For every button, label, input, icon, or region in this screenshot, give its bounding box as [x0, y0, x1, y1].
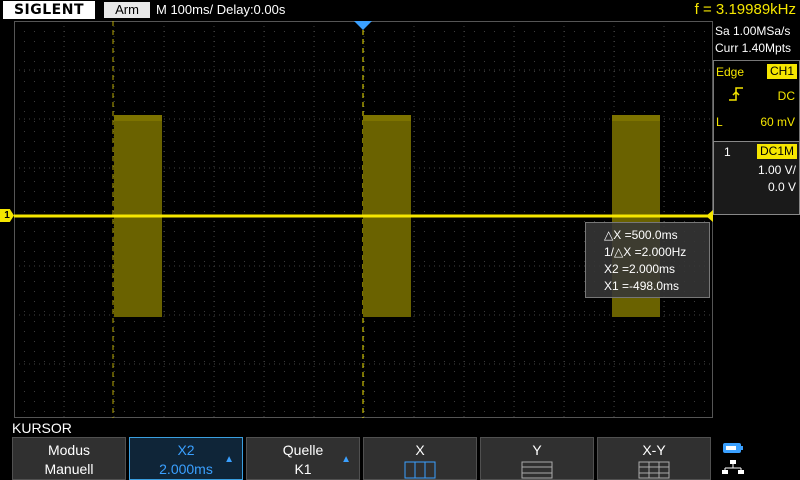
- cursor-xy-softkey[interactable]: X-Y: [597, 437, 711, 480]
- trigger-type: Edge: [716, 65, 745, 79]
- channel1-settings[interactable]: 1 DC1M 1.00 V/ 0.0 V: [713, 141, 800, 215]
- usb-icon: [723, 443, 743, 453]
- cursor-y-softkey[interactable]: Y: [480, 437, 594, 480]
- knob-adjust-icon: ▲: [341, 454, 351, 465]
- network-icon: [722, 460, 744, 474]
- inverse-delta-x-readout: 1/△X =2.000Hz: [604, 245, 687, 259]
- cursor-xy-label: X-Y: [642, 442, 666, 458]
- channel-coupling-badge: DC1M: [756, 144, 797, 159]
- cursor-y-label: Y: [532, 442, 542, 458]
- ch1-ground-marker[interactable]: 1: [0, 209, 14, 222]
- x2-softkey[interactable]: X2 2.000ms ▲: [129, 437, 243, 480]
- delay-value: Delay:0.00s: [216, 2, 286, 17]
- frequency-counter: f = 3.19989kHz: [694, 1, 796, 18]
- mode-label: Modus: [47, 442, 91, 458]
- rising-edge-icon: [728, 86, 744, 102]
- delta-x-readout: △X =500.0ms: [604, 228, 678, 242]
- trigger-level-label: L: [716, 115, 723, 129]
- ch1-marker-label: 1: [4, 210, 10, 221]
- cursor-y-icon: [521, 461, 553, 479]
- mode-softkey[interactable]: Modus Manuell: [12, 437, 126, 480]
- timebase-value: M 100ms/: [156, 2, 214, 17]
- cursor-measurement-panel: △X =500.0ms 1/△X =2.000Hz X2 =2.000ms X1…: [585, 222, 710, 298]
- channel-number-badge: 1: [724, 145, 731, 159]
- source-softkey[interactable]: Quelle K1 ▲: [246, 437, 360, 480]
- memory-depth: Curr 1.40Mpts: [715, 41, 792, 55]
- right-info-panel: Sa 1.00MSa/s Curr 1.40Mpts Edge CH1 DC L…: [713, 20, 800, 420]
- menu-title: KURSOR: [12, 420, 72, 436]
- channel-scale: 1.00 V/: [757, 163, 796, 177]
- softkey-menu: Modus Manuell X2 2.000ms ▲ Quelle K1 ▲ X…: [0, 437, 800, 480]
- waveform-display[interactable]: [14, 21, 713, 418]
- sample-rate: Sa 1.00MSa/s: [715, 24, 791, 38]
- trigger-level-value: 60 mV: [760, 115, 795, 129]
- cursor-x-label: X: [415, 442, 425, 458]
- channel-offset: 0.0 V: [767, 180, 796, 194]
- cursor-x-icon: [404, 461, 436, 479]
- system-status-icons[interactable]: [720, 441, 750, 479]
- trigger-source-badge: CH1: [766, 64, 797, 79]
- brand-logo: SIGLENT: [3, 1, 95, 19]
- acquisition-status: Arm: [104, 2, 150, 18]
- x1-readout: X1 =-498.0ms: [604, 279, 680, 293]
- cursor-x-softkey[interactable]: X: [363, 437, 477, 480]
- trigger-settings[interactable]: Edge CH1 DC L 60 mV: [713, 60, 800, 152]
- mode-value: Manuell: [44, 461, 94, 477]
- timebase-readout[interactable]: M 100ms/ Delay:0.00s: [156, 2, 285, 18]
- knob-adjust-icon: ▲: [224, 454, 234, 465]
- x2-readout: X2 =2.000ms: [604, 262, 676, 276]
- trigger-coupling: DC: [777, 89, 795, 103]
- top-status-bar: SIGLENT Arm M 100ms/ Delay:0.00s f = 3.1…: [0, 0, 800, 20]
- cursor-xy-icon: [638, 461, 670, 479]
